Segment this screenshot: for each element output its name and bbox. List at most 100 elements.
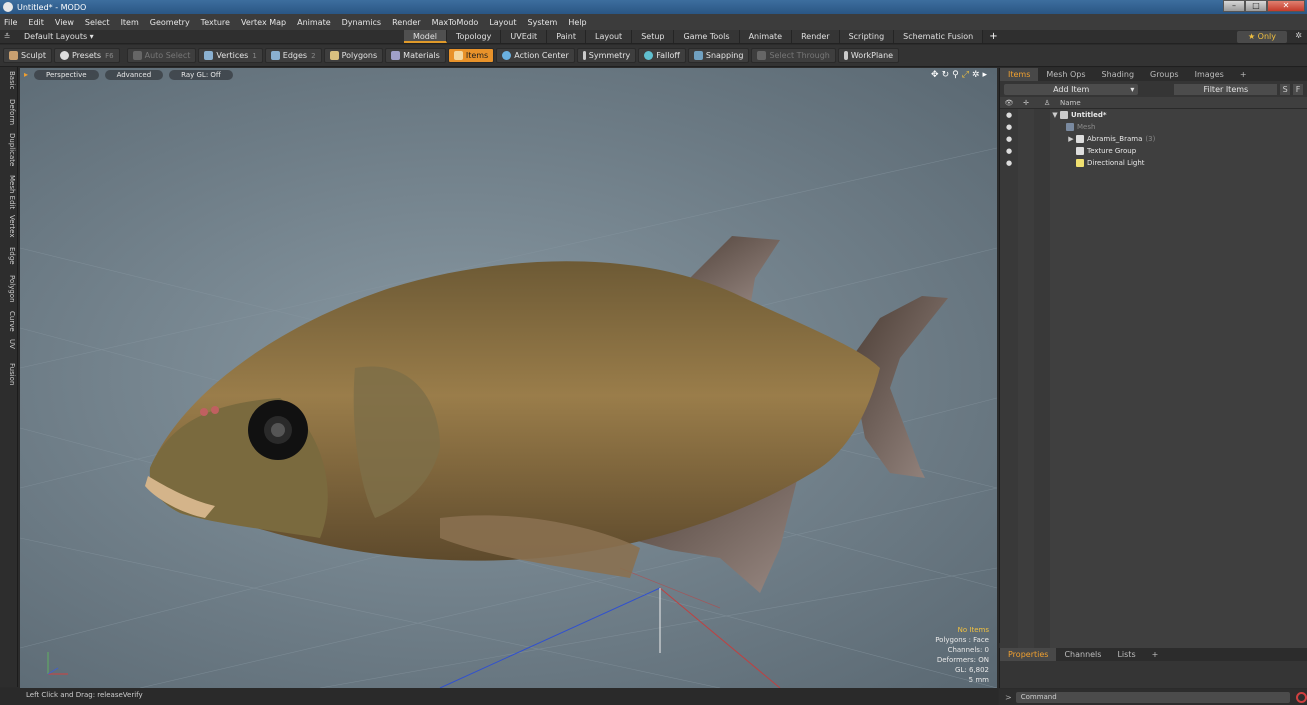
filter-s-button[interactable]: S [1280,83,1291,95]
select-through-button[interactable]: Select Through [751,48,836,63]
tree-row-directional-light[interactable]: ● Directional Light [1000,157,1307,169]
menu-layout[interactable]: Layout [489,18,516,27]
record-icon[interactable] [1295,691,1307,703]
tab-images[interactable]: Images [1187,68,1232,81]
vtab-vertex[interactable]: Vertex [2,215,16,238]
visibility-eye-icon[interactable]: ● [1000,159,1018,167]
menu-select[interactable]: Select [85,18,110,27]
minimize-button[interactable]: – [1223,0,1245,12]
vtab-mesh-edit[interactable]: Mesh Edit [2,175,16,209]
visibility-column-icon: 👁 [1004,98,1014,107]
tab-topology[interactable]: Topology [447,30,502,43]
tab-mesh-ops[interactable]: Mesh Ops [1038,68,1093,81]
menu-system[interactable]: System [528,18,558,27]
menu-animate[interactable]: Animate [297,18,331,27]
close-button[interactable]: ✕ [1267,0,1305,12]
menu-help[interactable]: Help [568,18,586,27]
expand-arrow-icon[interactable]: ▶ [1066,135,1076,143]
advanced-dropdown[interactable]: Advanced [104,69,164,80]
falloff-button[interactable]: Falloff [638,48,686,63]
viewport-gear-icon[interactable]: ✲ [972,70,980,80]
tab-lists[interactable]: Lists [1109,648,1143,661]
tab-paint[interactable]: Paint [547,30,586,43]
edges-button[interactable]: Edges 2 [264,48,322,63]
tab-animate[interactable]: Animate [739,30,793,43]
maximize-view-icon[interactable]: ⤢ [962,70,969,80]
vtab-deform[interactable]: Deform [2,99,16,125]
tree-row-scene[interactable]: ● ▼ Untitled* [1000,109,1307,121]
viewport-more-icon[interactable]: ▸ [982,70,987,80]
expand-arrow-icon[interactable]: ▼ [1050,111,1060,119]
tab-items[interactable]: Items [1000,68,1039,81]
tree-row-mesh[interactable]: ● Mesh [1000,121,1307,133]
tab-render[interactable]: Render [792,30,840,43]
vtab-uv[interactable]: UV [2,339,16,349]
vtab-curve[interactable]: Curve [2,311,16,332]
menu-dynamics[interactable]: Dynamics [342,18,381,27]
sculpt-button[interactable]: Sculpt [3,48,52,63]
visibility-eye-icon[interactable]: ● [1000,135,1018,143]
menu-render[interactable]: Render [392,18,420,27]
tab-groups[interactable]: Groups [1142,68,1187,81]
command-input[interactable]: Command [1015,691,1290,703]
layouts-dropdown[interactable]: Default Layouts ▾ [24,32,404,41]
add-panel-tab-button[interactable]: + [1232,68,1255,81]
filter-items-input[interactable]: Filter Items [1174,83,1278,95]
tab-layout[interactable]: Layout [585,30,633,43]
add-item-dropdown[interactable]: Add Item ▾ [1004,83,1139,95]
menu-file[interactable]: File [4,18,17,27]
vtab-edge[interactable]: Edge [2,247,16,265]
tab-properties[interactable]: Properties [1000,648,1057,661]
menu-view[interactable]: View [55,18,74,27]
vtab-fusion[interactable]: Fusion [2,363,16,385]
visibility-eye-icon[interactable]: ● [1000,147,1018,155]
3d-viewport[interactable]: ▸ Perspective Advanced Ray GL: Off ✥ ↻ ⚲… [20,68,997,688]
menu-maxtomodo[interactable]: MaxToModo [432,18,479,27]
visibility-eye-icon[interactable]: ● [1000,111,1018,119]
info-deformers: Deformers: ON [936,656,989,664]
add-panel-tab-button[interactable]: + [1144,648,1167,661]
tab-model[interactable]: Model [404,30,448,43]
tab-schematic-fusion[interactable]: Schematic Fusion [894,30,984,43]
tab-uvedit[interactable]: UVEdit [501,30,548,43]
snapping-button[interactable]: Snapping [687,48,750,63]
pin-icon[interactable]: ≛ [0,32,14,41]
symmetry-button[interactable]: Symmetry [576,48,637,63]
menu-edit[interactable]: Edit [28,18,44,27]
rotate-view-icon[interactable]: ↻ [942,70,950,80]
menu-geometry[interactable]: Geometry [150,18,190,27]
tab-setup[interactable]: Setup [632,30,675,43]
vtab-basic[interactable]: Basic [2,71,16,90]
vtab-polygon[interactable]: Polygon [2,275,16,303]
menu-texture[interactable]: Texture [201,18,230,27]
add-tab-button[interactable]: + [983,30,1003,43]
name-column-header[interactable]: Name [1060,99,1081,107]
tab-channels[interactable]: Channels [1056,648,1109,661]
move-view-icon[interactable]: ✥ [931,70,939,80]
polygons-button[interactable]: Polygons [323,48,384,63]
raygl-toggle[interactable]: Ray GL: Off [169,69,233,80]
only-button[interactable]: ★ Only [1237,31,1287,43]
visibility-eye-icon[interactable]: ● [1000,123,1018,131]
vtab-duplicate[interactable]: Duplicate [2,133,16,166]
filter-f-button[interactable]: F [1293,83,1304,95]
menu-item[interactable]: Item [121,18,139,27]
zoom-view-icon[interactable]: ⚲ [952,70,959,80]
menu-vertex-map[interactable]: Vertex Map [241,18,286,27]
maximize-button[interactable]: □ [1245,0,1267,12]
vertices-button[interactable]: Vertices 1 [198,48,263,63]
perspective-dropdown[interactable]: Perspective [34,69,99,80]
workplane-button[interactable]: WorkPlane [837,48,900,63]
tab-shading[interactable]: Shading [1094,68,1143,81]
tab-game-tools[interactable]: Game Tools [674,30,740,43]
items-button[interactable]: Items [447,48,495,63]
auto-select-button[interactable]: Auto Select [126,48,197,63]
tree-row-abramis-brama[interactable]: ● ▶ Abramis_Brama (3) [1000,133,1307,145]
materials-button[interactable]: Materials [385,48,446,63]
gear-icon[interactable]: ✲ [1295,31,1302,40]
action-center-button[interactable]: Action Center [496,48,575,63]
tree-row-texture-group[interactable]: ● Texture Group [1000,145,1307,157]
tab-scripting[interactable]: Scripting [839,30,895,43]
presets-button[interactable]: Presets F6 [53,48,120,63]
viewport-menu-icon[interactable]: ▸ [24,70,28,79]
